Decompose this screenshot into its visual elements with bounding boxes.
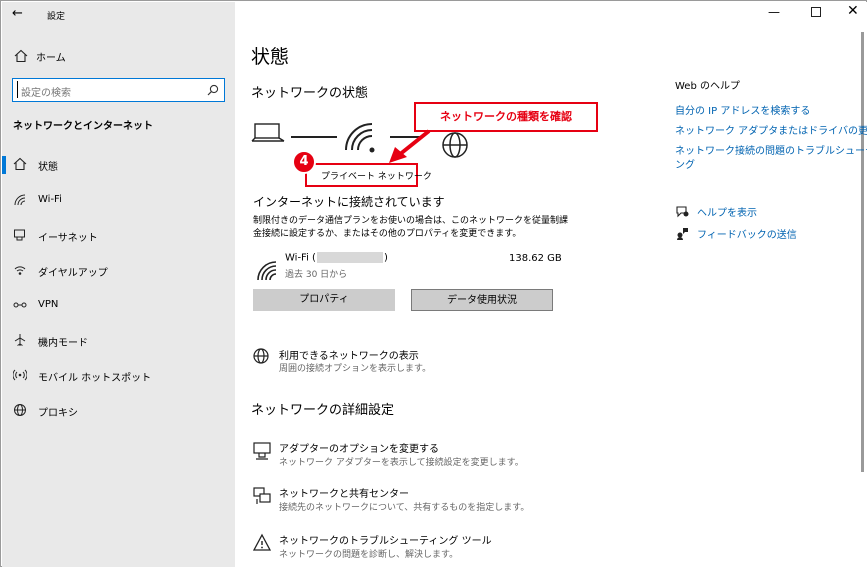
connection-name: Wi-Fi () — [285, 252, 388, 264]
sidebar-item-hotspot[interactable]: モバイル ホットスポット — [2, 361, 235, 391]
annotation-callout-text: ネットワークの種類を確認 — [416, 104, 596, 130]
properties-button[interactable]: プロパティ — [253, 289, 395, 311]
search-placeholder: 設定の検索 — [21, 88, 71, 99]
help-link-troubleshoot[interactable]: ネットワーク接続の問題のトラブルシューティ — [675, 142, 867, 157]
search-icon[interactable] — [207, 84, 219, 96]
help-link-troubleshoot-cont[interactable]: ング — [675, 156, 695, 171]
dialup-icon — [14, 266, 26, 275]
step-number-badge: 4 — [292, 150, 316, 174]
globe-icon — [14, 404, 26, 416]
wifi-status-icon — [345, 123, 375, 153]
feedback-icon — [677, 228, 688, 240]
wifi-icon — [14, 194, 26, 206]
sidebar-item-proxy[interactable]: プロキシ — [2, 396, 235, 426]
show-networks-link[interactable]: 利用できるネットワークの表示 — [279, 347, 419, 362]
main-pane: — ✕ 状態 ネットワークの状態 プライベート ネットワーク 4 ネットワークの — [235, 2, 867, 567]
sidebar-item-ethernet[interactable]: イーサネット — [2, 221, 235, 251]
close-icon[interactable]: ✕ — [847, 3, 859, 19]
description-line1: 制限付きのデータ通信プランをお使いの場合は、このネットワークを従量制課 — [253, 216, 569, 226]
description-line2: 金接続に設定するか、またはその他のプロパティを変更できます。 — [253, 229, 522, 239]
adapter-icon — [253, 442, 271, 460]
back-arrow-icon[interactable]: ← — [12, 6, 23, 21]
search-input[interactable]: 設定の検索 — [12, 78, 225, 102]
internet-globe-icon — [442, 132, 468, 158]
sidebar-item-dialup[interactable]: ダイヤルアップ — [2, 256, 235, 286]
network-type-label: プライベート ネットワーク — [321, 172, 432, 182]
help-link-ip-address[interactable]: 自分の IP アドレスを検索する — [675, 102, 810, 117]
sidebar-item-airplane[interactable]: 機内モード — [2, 326, 235, 356]
home-status-icon — [13, 157, 27, 171]
airplane-icon — [14, 334, 26, 346]
page-title: 状態 — [251, 46, 290, 68]
troubleshooter-link[interactable]: ネットワークのトラブルシューティング ツール — [279, 532, 492, 547]
ethernet-icon — [14, 229, 25, 241]
maximize-icon[interactable] — [811, 7, 821, 17]
sharing-center-subtitle: 接続先のネットワークについて、共有するものを指定します。 — [279, 503, 530, 513]
settings-window: ← 設定 ホーム 設定の検索 ネットワークとインターネット 状態 Wi-Fi イ… — [0, 0, 867, 567]
sharing-center-icon — [253, 487, 271, 504]
connection-line — [291, 136, 337, 138]
network-status-heading: ネットワークの状態 — [251, 86, 369, 101]
sidebar-item-label: 機内モード — [38, 338, 88, 349]
scrollbar[interactable] — [861, 32, 864, 472]
minimize-icon[interactable]: — — [768, 5, 780, 19]
hotspot-icon — [13, 369, 27, 381]
sidebar-item-label: モバイル ホットスポット — [38, 373, 152, 384]
sidebar-item-vpn[interactable]: VPN — [2, 291, 235, 321]
home-icon — [14, 49, 28, 63]
sidebar: ← 設定 ホーム 設定の検索 ネットワークとインターネット 状態 Wi-Fi イ… — [2, 2, 235, 567]
show-help-link[interactable]: ヘルプを表示 — [697, 204, 757, 219]
sidebar-item-label: ダイヤルアップ — [38, 268, 108, 279]
web-help-heading: Web のヘルプ — [675, 81, 740, 92]
annotation-callout: ネットワークの種類を確認 — [414, 102, 598, 132]
sidebar-home[interactable]: ホーム — [2, 44, 235, 68]
connected-text: インターネットに接続されています — [253, 195, 445, 209]
sidebar-item-label: イーサネット — [38, 233, 98, 244]
feedback-link[interactable]: フィードバックの送信 — [697, 226, 797, 241]
data-usage-button[interactable]: データ使用状況 — [411, 289, 553, 311]
sharing-center-link[interactable]: ネットワークと共有センター — [279, 485, 409, 500]
sidebar-item-label: プロキシ — [38, 408, 78, 419]
data-usage-value: 138.62 GB — [509, 253, 562, 264]
sidebar-home-label: ホーム — [36, 53, 66, 64]
sidebar-item-label: Wi-Fi — [38, 194, 62, 205]
redacted-ssid — [316, 252, 383, 263]
warning-icon — [252, 533, 272, 551]
selection-indicator — [2, 156, 6, 174]
sidebar-item-label: 状態 — [38, 162, 58, 173]
vpn-icon — [13, 302, 27, 308]
sidebar-item-status[interactable]: 状態 — [2, 150, 235, 180]
help-chat-icon — [676, 206, 689, 218]
advanced-heading: ネットワークの詳細設定 — [251, 403, 395, 418]
connection-name-suffix: ) — [383, 252, 388, 264]
annotation-arrow — [389, 129, 431, 163]
show-networks-icon — [253, 348, 269, 364]
sidebar-item-wifi[interactable]: Wi-Fi — [2, 186, 235, 216]
text-cursor — [17, 81, 18, 98]
window-title: 設定 — [47, 12, 66, 22]
connection-subtitle: 過去 30 日から — [285, 270, 348, 280]
connection-name-prefix: Wi-Fi ( — [285, 252, 316, 264]
sidebar-item-label: VPN — [38, 299, 59, 310]
change-adapter-options-subtitle: ネットワーク アダプターを表示して接続設定を変更します。 — [279, 458, 524, 468]
troubleshooter-subtitle: ネットワークの問題を診断し、解決します。 — [279, 550, 459, 560]
laptop-icon — [251, 123, 285, 142]
sidebar-section-title: ネットワークとインターネット — [13, 121, 153, 132]
change-adapter-options-link[interactable]: アダプターのオプションを変更する — [279, 440, 439, 455]
help-link-adapter-driver[interactable]: ネットワーク アダプタまたはドライバの更新 — [675, 122, 867, 137]
show-networks-subtitle: 周囲の接続オプションを表示します。 — [279, 364, 432, 374]
wifi-connection-icon — [257, 261, 277, 281]
